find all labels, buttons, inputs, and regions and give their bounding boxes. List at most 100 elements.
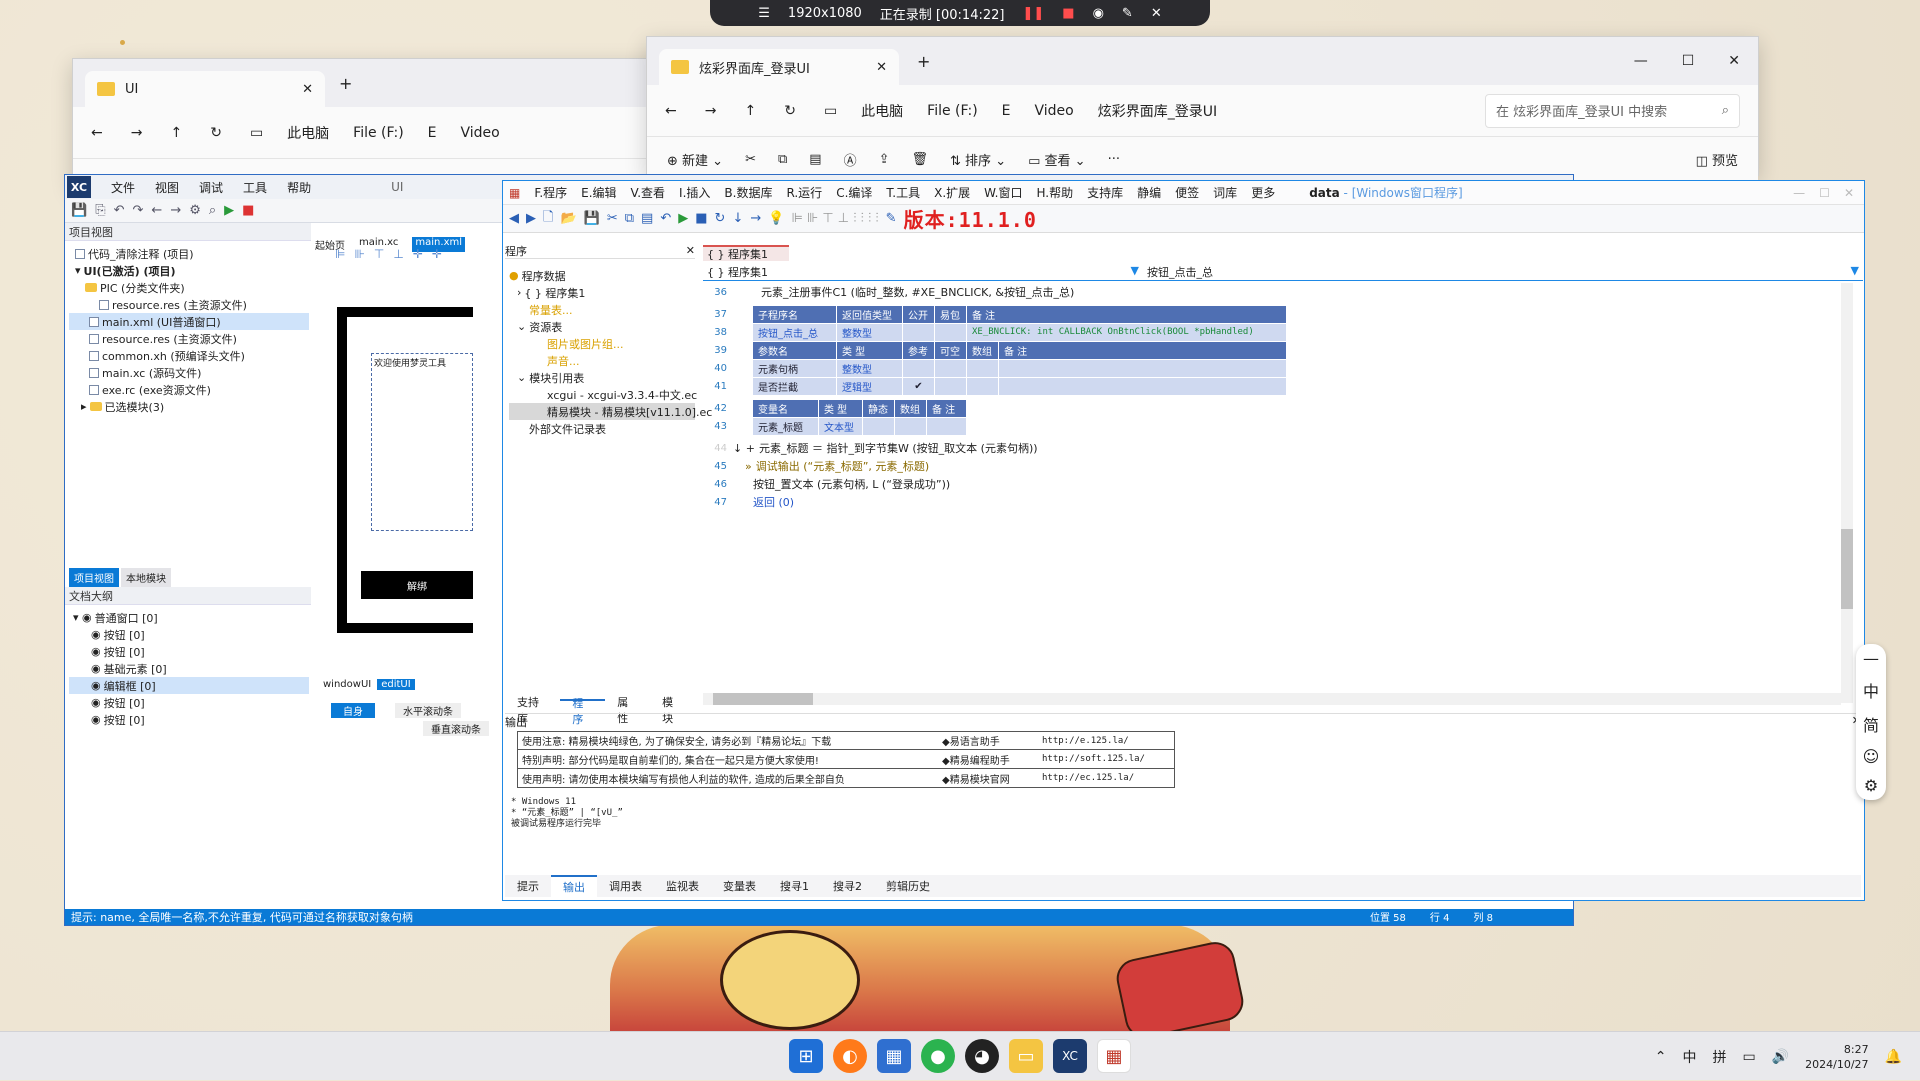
- view-button[interactable]: ▭ 查看 ⌄: [1028, 150, 1085, 169]
- tree-item[interactable]: main.xml (UI普通窗口): [69, 313, 309, 330]
- tree-item[interactable]: resource.res (主资源文件): [69, 330, 309, 347]
- menu-tools[interactable]: 工具: [243, 179, 267, 196]
- qq-icon[interactable]: ◕: [965, 1039, 999, 1073]
- tree-item[interactable]: ▾ UI(已激活) (项目): [69, 262, 309, 279]
- clock[interactable]: 8:27 2024/10/27: [1805, 1042, 1868, 1072]
- tray-expand-icon[interactable]: ⌃: [1655, 1049, 1667, 1065]
- share-icon[interactable]: ⇪: [879, 152, 890, 167]
- undo-icon[interactable]: ↶: [114, 203, 125, 218]
- tree-item[interactable]: 声音...: [509, 352, 695, 369]
- more-button[interactable]: ···: [1108, 152, 1120, 167]
- tab-search2[interactable]: 搜寻2: [821, 878, 874, 894]
- breadcrumb-item[interactable]: File (F:): [353, 125, 403, 141]
- rename-icon[interactable]: Ⓐ: [844, 150, 857, 169]
- horizontal-scrollbar[interactable]: [703, 693, 1841, 705]
- close-icon[interactable]: ✕: [302, 82, 313, 97]
- tree-item[interactable]: xcgui - xcgui-v3.3.4-中文.ec: [509, 386, 697, 403]
- forward-icon[interactable]: ▶: [526, 211, 536, 226]
- forward-icon[interactable]: →: [131, 125, 143, 141]
- tree-item[interactable]: exe.rc (exe资源文件): [69, 381, 309, 398]
- step-out-icon[interactable]: →: [750, 211, 761, 226]
- refresh-icon[interactable]: ↻: [210, 125, 222, 141]
- maximize-icon[interactable]: ☐: [1819, 186, 1830, 200]
- up-icon[interactable]: ↑: [744, 103, 756, 119]
- breadcrumb-item[interactable]: E: [428, 125, 437, 141]
- tree-item[interactable]: ⌄ 模块引用表: [509, 369, 695, 386]
- menu-window[interactable]: W.窗口: [984, 184, 1022, 201]
- outline-item[interactable]: ◉ 按钮 [0]: [69, 643, 309, 660]
- paste-icon[interactable]: ▤: [641, 211, 653, 226]
- open-icon[interactable]: 📂: [560, 211, 576, 226]
- outline-item[interactable]: ◉ 编辑框 [0]: [69, 677, 309, 694]
- breadcrumb-item[interactable]: 此电脑: [861, 101, 903, 121]
- copy-icon[interactable]: ⧉: [778, 152, 787, 167]
- pen-icon[interactable]: ✎: [886, 211, 897, 226]
- step-into-icon[interactable]: ↓: [732, 211, 743, 226]
- xcgui-icon[interactable]: XC: [1053, 1039, 1087, 1073]
- menu-database[interactable]: B.数据库: [724, 184, 772, 201]
- tree-item[interactable]: common.xh (预编译头文件): [69, 347, 309, 364]
- align-bottom-icon[interactable]: ⊥: [393, 247, 403, 261]
- outline-item[interactable]: ◉ 按钮 [0]: [69, 694, 309, 711]
- copy-icon[interactable]: ⧉: [625, 211, 634, 226]
- search-icon[interactable]: ⌕: [209, 203, 216, 218]
- outline-item[interactable]: ◉ 按钮 [0]: [69, 626, 309, 643]
- code-editor[interactable]: 36 元素_注册事件C1 (临时_整数, #XE_BNCLICK, &按钮_点击_…: [703, 283, 1853, 689]
- close-icon[interactable]: ✕: [1151, 6, 1162, 21]
- menu-help[interactable]: H.帮助: [1036, 184, 1073, 201]
- new-button[interactable]: ⊕ 新建 ⌄: [667, 150, 723, 169]
- tree-item[interactable]: resource.res (主资源文件): [69, 296, 309, 313]
- save-all-icon[interactable]: ⎘: [95, 203, 105, 218]
- tree-item[interactable]: ⌄ 资源表: [509, 318, 695, 335]
- tab-variables[interactable]: 变量表: [711, 878, 768, 894]
- menu-view[interactable]: V.查看: [631, 184, 665, 201]
- back-icon[interactable]: ←: [665, 103, 677, 119]
- method-combo[interactable]: 按钮_点击_总 ▼: [1143, 264, 1863, 280]
- stop-icon[interactable]: ■: [695, 211, 707, 226]
- align-left-icon[interactable]: ⊫: [335, 247, 345, 261]
- close-icon[interactable]: ✕: [1728, 53, 1740, 69]
- bulb-icon[interactable]: 💡: [768, 211, 784, 226]
- pen-icon[interactable]: ✎: [1122, 6, 1133, 21]
- file-explorer-icon[interactable]: ▭: [1009, 1039, 1043, 1073]
- tree-item[interactable]: 常量表...: [509, 301, 695, 318]
- forward-icon[interactable]: →: [705, 103, 717, 119]
- ime-minimize[interactable]: —: [1863, 649, 1879, 668]
- outline-item[interactable]: ◉ 基础元素 [0]: [69, 660, 309, 677]
- breakpoint-arrow-icon[interactable]: ↓ +: [731, 442, 759, 455]
- tree-item[interactable]: 代码_清除注释 (项目): [69, 245, 309, 262]
- menu-view[interactable]: 视图: [155, 179, 179, 196]
- eyuyan-icon[interactable]: ▦: [1097, 1039, 1131, 1073]
- ime-mode[interactable]: 拼: [1712, 1047, 1726, 1067]
- minimize-icon[interactable]: —: [1634, 53, 1648, 69]
- sort-button[interactable]: ⇅ 排序 ⌄: [950, 150, 1006, 169]
- edit-box[interactable]: 欢迎使用梦灵工具: [371, 353, 473, 531]
- wechat-icon[interactable]: ●: [921, 1039, 955, 1073]
- menu-edit[interactable]: E.编辑: [581, 184, 616, 201]
- menu-notes[interactable]: 便签: [1175, 184, 1199, 201]
- outline-item[interactable]: ▾ ◉ 普通窗口 [0]: [69, 609, 309, 626]
- maximize-icon[interactable]: ☐: [1682, 53, 1695, 69]
- menu-compile[interactable]: C.编译: [836, 184, 872, 201]
- tab-call-stack[interactable]: 调用表: [597, 878, 654, 894]
- run-icon[interactable]: ▶: [678, 211, 688, 226]
- breadcrumb-item[interactable]: Video: [461, 125, 500, 141]
- camera-icon[interactable]: ◉: [1093, 6, 1104, 21]
- tree-item[interactable]: ● 程序数据: [509, 267, 695, 284]
- vertical-scrollbar[interactable]: [1841, 283, 1853, 703]
- new-tab-icon[interactable]: +: [339, 74, 352, 93]
- unbind-button[interactable]: 解绑: [361, 571, 473, 599]
- align-top-icon[interactable]: ⊤: [374, 247, 384, 261]
- back-icon[interactable]: ←: [91, 125, 103, 141]
- close-icon[interactable]: ✕: [876, 60, 887, 75]
- fold-icon[interactable]: »: [731, 460, 752, 473]
- tab-window-ui[interactable]: windowUI: [323, 679, 371, 690]
- editor-tab[interactable]: { } 程序集1: [703, 245, 789, 261]
- calculator-icon[interactable]: ▦: [877, 1039, 911, 1073]
- menu-icon[interactable]: ☰: [758, 6, 770, 21]
- menu-lexicon[interactable]: 词库: [1213, 184, 1237, 201]
- tab-project-view[interactable]: 项目视图: [69, 568, 119, 587]
- refresh-icon[interactable]: ↻: [784, 103, 796, 119]
- new-icon[interactable]: 🗋: [543, 208, 553, 230]
- breadcrumb-item[interactable]: File (F:): [927, 103, 977, 119]
